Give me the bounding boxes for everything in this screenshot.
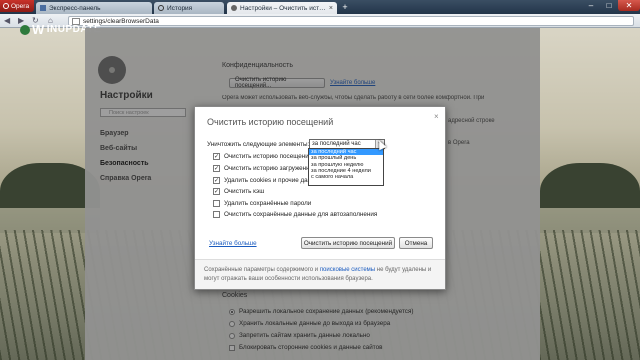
footer-note: Сохранённые параметры содержимого и поис…	[204, 267, 432, 282]
back-button[interactable]: ◀	[4, 16, 10, 25]
checkbox-icon	[213, 211, 220, 218]
close-window-button[interactable]: ✕	[618, 0, 640, 11]
period-label: Уничтожить следующие элементы:	[207, 141, 310, 148]
checkbox-passwords[interactable]: Удалить сохранённые пароли	[213, 200, 311, 207]
opera-logo-icon	[3, 3, 9, 9]
checkbox-checked-icon: ✓	[213, 165, 220, 172]
checkbox-autofill[interactable]: Очистить сохранённые данные для автозапо…	[213, 211, 377, 218]
maximize-button[interactable]: □	[600, 0, 618, 11]
new-tab-button[interactable]: +	[340, 3, 350, 13]
globe-icon	[20, 24, 30, 35]
checkbox-icon	[213, 200, 220, 207]
tab-speed-dial[interactable]: Экспресс-панель	[36, 2, 152, 14]
checkbox-cache[interactable]: ✓ Очистить кэш	[213, 188, 264, 195]
minimize-button[interactable]: –	[582, 0, 600, 11]
address-input[interactable]: settings/clearBrowserData	[68, 16, 634, 26]
gear-icon	[231, 5, 237, 11]
tab-label: Экспресс-панель	[49, 4, 101, 12]
clock-icon	[158, 5, 164, 11]
tab-bar: Opera Экспресс-панель История Настройки …	[0, 0, 640, 14]
checkbox-checked-icon: ✓	[213, 153, 220, 160]
dialog-title: Очистить историю посещений	[207, 117, 334, 127]
dialog-footer: Сохранённые параметры содержимого и поис…	[195, 259, 445, 289]
search-engines-link[interactable]: поисковые системы	[320, 267, 375, 273]
period-option[interactable]: с самого начала	[309, 174, 383, 180]
checkbox-history[interactable]: ✓ Очистить историю посещений	[213, 153, 312, 160]
tab-close-icon[interactable]: ×	[329, 5, 333, 12]
tab-label: История	[167, 4, 193, 12]
period-dropdown-list: за последний час за прошлый день за прош…	[308, 148, 384, 186]
close-icon[interactable]: ×	[434, 112, 439, 121]
checkbox-checked-icon: ✓	[213, 188, 220, 195]
checkbox-checked-icon: ✓	[213, 177, 220, 184]
tab-settings[interactable]: Настройки – Очистить ист… ×	[227, 2, 337, 14]
speed-dial-icon	[40, 5, 46, 11]
opera-menu-button[interactable]: Opera	[0, 0, 34, 12]
tab-label: Настройки – Очистить ист…	[240, 4, 326, 12]
confirm-clear-button[interactable]: Очистить историю посещений	[301, 237, 395, 249]
clear-history-dialog: Очистить историю посещений × Уничтожить …	[194, 106, 446, 290]
tab-history[interactable]: История	[154, 2, 224, 14]
opera-menu-label: Opera	[11, 2, 30, 10]
dialog-learn-more-link[interactable]: Узнайте больше	[209, 240, 257, 247]
cancel-button[interactable]: Отмена	[399, 237, 433, 249]
